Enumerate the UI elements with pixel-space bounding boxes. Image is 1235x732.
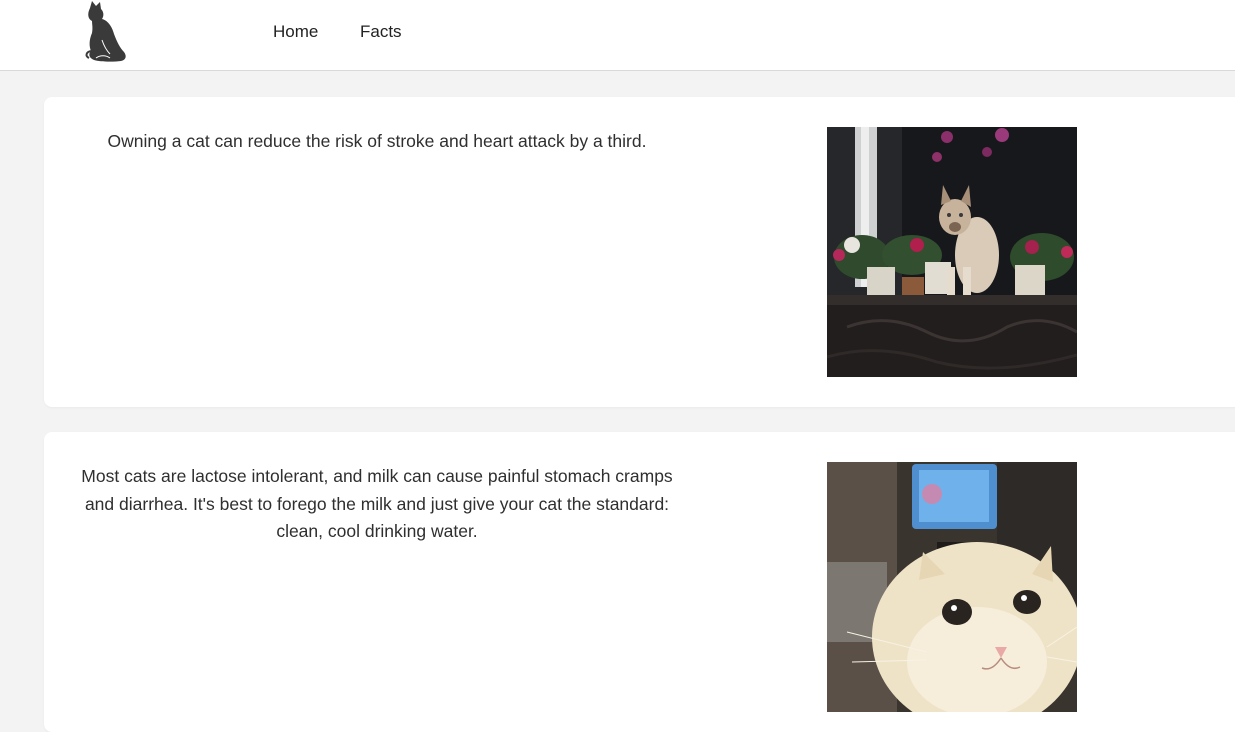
cream-cat-photo [827,462,1077,712]
top-navbar: Home Facts [0,0,1235,71]
fact-card: Owning a cat can reduce the risk of stro… [44,97,1235,407]
fact-text: Owning a cat can reduce the risk of stro… [107,131,647,151]
siamese-cat-photo [827,127,1077,377]
fact-card: Most cats are lactose intolerant, and mi… [44,432,1235,732]
cat-logo-icon[interactable] [80,0,132,64]
fact-text: Most cats are lactose intolerant, and mi… [81,466,673,541]
nav-facts-link[interactable]: Facts [360,22,402,42]
nav-home-link[interactable]: Home [273,22,318,42]
